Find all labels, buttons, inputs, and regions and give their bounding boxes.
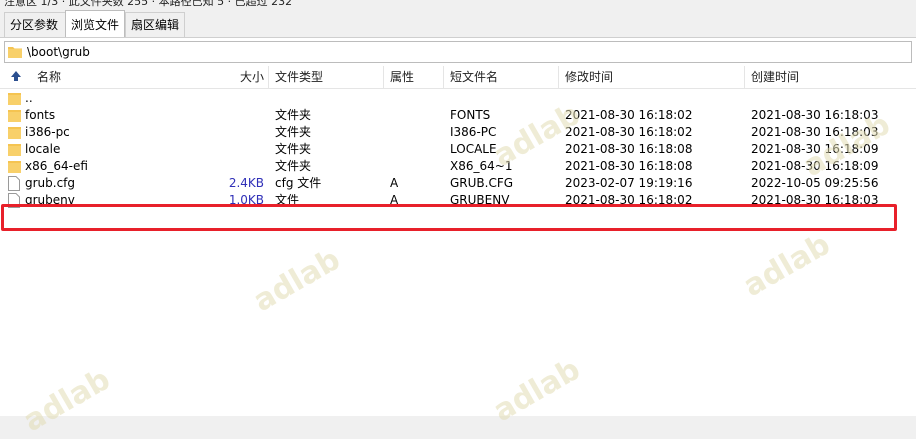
file-type: cfg 文件 <box>275 176 322 190</box>
table-row[interactable]: locale 文件夹 LOCALE 2021-08-30 16:18:08 20… <box>0 141 916 158</box>
short-name: GRUB.CFG <box>450 176 514 190</box>
column-header: 名称 大小 文件类型 属性 短文件名 修改时间 创建时间 <box>0 66 916 89</box>
table-row[interactable]: x86_64-efi 文件夹 X86_64~1 2021-08-30 16:18… <box>0 158 916 175</box>
column-divider[interactable] <box>744 66 745 88</box>
file-name: i386-pc <box>25 125 70 139</box>
file-size: 2.4KB <box>228 176 264 190</box>
modified-time: 2021-08-30 16:18:08 <box>565 159 693 173</box>
tab-browse-files[interactable]: 浏览文件 <box>65 10 125 38</box>
tab-bar: 分区参数 浏览文件 扇区编辑 <box>0 10 916 38</box>
modified-time: 2021-08-30 16:18:08 <box>565 142 693 156</box>
tab-sector-edit[interactable]: 扇区编辑 <box>125 12 185 37</box>
file-icon <box>8 193 20 211</box>
column-created[interactable]: 创建时间 <box>751 66 799 88</box>
column-size[interactable]: 大小 <box>240 66 264 88</box>
column-modified[interactable]: 修改时间 <box>565 66 613 88</box>
column-attr[interactable]: 属性 <box>390 66 414 88</box>
column-type[interactable]: 文件类型 <box>275 66 323 88</box>
up-arrow-icon[interactable] <box>10 70 22 85</box>
short-name: FONTS <box>450 108 491 122</box>
created-time: 2021-08-30 16:18:03 <box>751 108 879 122</box>
file-attr: A <box>390 193 399 207</box>
file-type: 文件 <box>275 193 300 207</box>
column-name[interactable]: 名称 <box>37 66 61 88</box>
modified-time: 2021-08-30 16:18:02 <box>565 108 693 122</box>
file-name: grub.cfg <box>25 176 76 190</box>
top-status-strip: 注意区 1/3 · 此文件夹数 255 · 本路径已知 5 · 已超过 232 <box>0 0 916 8</box>
created-time: 2021-08-30 16:18:09 <box>751 159 879 173</box>
column-divider[interactable] <box>268 66 269 88</box>
file-browser-panel: \boot\grub 名称 大小 文件类型 属性 短文件名 修改时间 创建时间 … <box>0 37 916 439</box>
modified-time: 2021-08-30 16:18:02 <box>565 125 693 139</box>
column-short-name[interactable]: 短文件名 <box>450 66 498 88</box>
tab-partition-params[interactable]: 分区参数 <box>4 12 66 37</box>
folder-icon <box>8 45 22 61</box>
table-row[interactable]: fonts 文件夹 FONTS 2021-08-30 16:18:02 2021… <box>0 107 916 124</box>
column-divider[interactable] <box>383 66 384 88</box>
watermark: adlab <box>17 361 117 439</box>
file-name: fonts <box>25 108 56 122</box>
watermark: adlab <box>487 351 587 430</box>
modified-time: 2023-02-07 19:19:16 <box>565 176 693 190</box>
path-bar[interactable]: \boot\grub <box>4 41 912 63</box>
file-type: 文件夹 <box>275 159 312 173</box>
watermark: adlab <box>737 226 837 305</box>
folder-icon <box>8 91 21 108</box>
table-row-parent[interactable]: .. <box>0 90 916 107</box>
short-name: X86_64~1 <box>450 159 513 173</box>
table-row-selected[interactable]: grub.cfg 2.4KB cfg 文件 A GRUB.CFG 2023-02… <box>0 175 916 192</box>
file-name: grubenv <box>25 193 75 207</box>
created-time: 2021-08-30 16:18:09 <box>751 142 879 156</box>
folder-icon <box>8 159 21 176</box>
modified-time: 2021-08-30 16:18:02 <box>565 193 693 207</box>
file-name: x86_64-efi <box>25 159 88 173</box>
file-type: 文件夹 <box>275 142 312 156</box>
folder-icon <box>8 108 21 125</box>
path-text: \boot\grub <box>27 45 90 59</box>
table-row[interactable]: i386-pc 文件夹 I386-PC 2021-08-30 16:18:02 … <box>0 124 916 141</box>
file-type: 文件夹 <box>275 108 312 122</box>
top-status-text: 注意区 1/3 · 此文件夹数 255 · 本路径已知 5 · 已超过 232 <box>4 0 293 8</box>
file-type: 文件夹 <box>275 125 312 139</box>
column-divider[interactable] <box>558 66 559 88</box>
column-divider[interactable] <box>443 66 444 88</box>
short-name: LOCALE <box>450 142 497 156</box>
file-name: .. <box>25 91 33 105</box>
watermark: adlab <box>247 241 347 320</box>
folder-icon <box>8 142 21 159</box>
created-time: 2022-10-05 09:25:56 <box>751 176 879 190</box>
file-name: locale <box>25 142 61 156</box>
short-name: GRUBENV <box>450 193 510 207</box>
file-attr: A <box>390 176 399 190</box>
file-size: 1.0KB <box>228 193 264 207</box>
created-time: 2021-08-30 16:18:03 <box>751 125 879 139</box>
created-time: 2021-08-30 16:18:03 <box>751 193 879 207</box>
folder-icon <box>8 125 21 142</box>
table-row[interactable]: grubenv 1.0KB 文件 A GRUBENV 2021-08-30 16… <box>0 192 916 209</box>
short-name: I386-PC <box>450 125 497 139</box>
